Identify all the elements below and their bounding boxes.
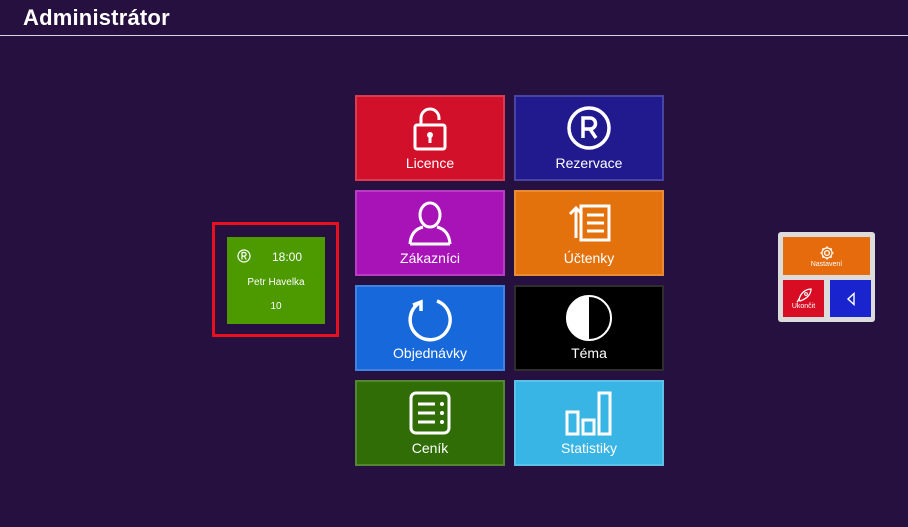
price-list-icon: [409, 391, 451, 435]
registered-icon: [567, 106, 611, 150]
page-title: Administrátor: [23, 5, 170, 30]
quit-button[interactable]: Ukončit: [783, 280, 824, 317]
bar-chart-icon: [565, 391, 612, 436]
lock-icon: [413, 107, 447, 151]
tile-objednavky[interactable]: Objednávky: [355, 285, 505, 371]
refresh-icon: [408, 299, 452, 342]
receipt-list-icon: [568, 204, 611, 242]
tile-uctenky[interactable]: Účtenky: [514, 190, 664, 276]
tile-label: Ceník: [411, 440, 449, 456]
user-icon: [408, 201, 452, 246]
tile-statistiky[interactable]: Statistiky: [514, 380, 664, 466]
tile-label: Účtenky: [563, 250, 615, 266]
tile-label: Statistiky: [560, 440, 617, 456]
reservation-count: 10: [270, 301, 282, 312]
quit-label: Ukončit: [791, 303, 816, 310]
settings-button[interactable]: Nastavení: [783, 237, 870, 275]
back-button[interactable]: [830, 280, 871, 317]
tile-zakaznici[interactable]: Zákazníci: [355, 190, 505, 276]
reservation-time: 18:00: [272, 250, 303, 264]
contrast-icon: [566, 295, 612, 341]
settings-label: Nastavení: [810, 260, 843, 268]
reservation-name: Petr Havelka: [247, 277, 305, 288]
back-triangle-icon: [846, 291, 855, 306]
app-header: Administrátor: [0, 0, 908, 36]
tile-rezervace[interactable]: Rezervace: [514, 95, 664, 181]
tile-cenik[interactable]: Ceník: [355, 380, 505, 466]
tile-licence[interactable]: Licence: [355, 95, 505, 181]
reservation-card[interactable]: 18:00 Petr Havelka 10: [227, 237, 325, 324]
tile-label: Zákazníci: [400, 250, 460, 266]
tile-label: Rezervace: [555, 155, 623, 171]
tile-label: Objednávky: [393, 345, 467, 361]
gear-icon: [820, 246, 833, 259]
registered-icon: [237, 249, 251, 263]
tile-label: Téma: [571, 345, 607, 361]
rocket-icon: [795, 288, 812, 303]
tile-tema[interactable]: Téma: [514, 285, 664, 371]
side-panel: Nastavení Ukončit: [778, 232, 875, 322]
tile-label: Licence: [405, 155, 455, 171]
